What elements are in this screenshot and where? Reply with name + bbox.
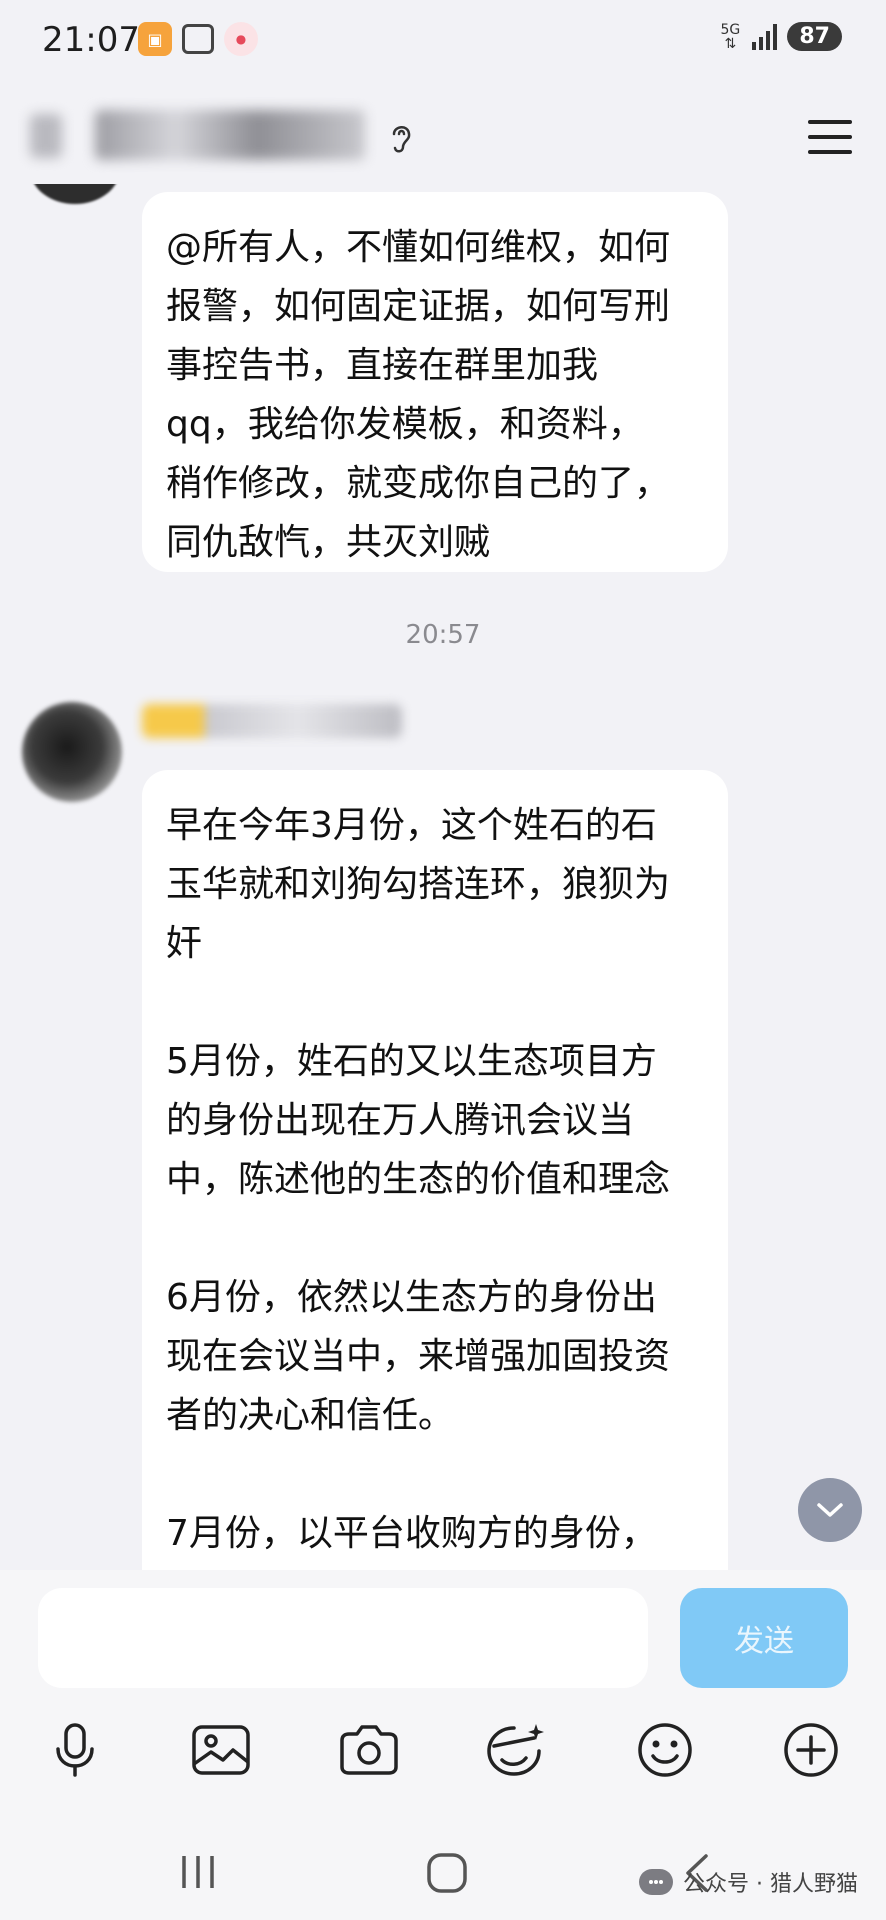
camera-icon[interactable] — [334, 1715, 404, 1785]
send-button[interactable]: 发送 — [680, 1588, 848, 1688]
notification-icons: ▣ ● — [138, 22, 258, 56]
message-bubble[interactable]: 早在今年3月份，这个姓石的石 玉华就和刘狗勾搭连环，狼狈为 奸 5月份，姓石的又… — [142, 770, 728, 1570]
chat-toolbar — [0, 1715, 886, 1805]
chevron-down-icon — [817, 1503, 843, 1517]
microphone-icon[interactable] — [40, 1715, 110, 1785]
input-area: 发送 公众号 · 猎人野猫 — [0, 1570, 886, 1920]
avatar[interactable] — [22, 702, 122, 802]
status-time: 21:07 — [42, 20, 140, 60]
status-right: 5G ⇅ 87 — [718, 22, 842, 51]
recent-apps-button[interactable] — [178, 1852, 218, 1896]
status-bar: 21:07 ▣ ● 5G ⇅ 87 — [0, 0, 886, 84]
chat-messages[interactable]: @所有人，不懂如何维权，如何 报警，如何固定证据，如何写刑 事控告书，直接在群里… — [0, 184, 886, 1570]
network-label: 5G — [720, 21, 741, 38]
scan-icon — [182, 24, 214, 54]
location-icon: ● — [224, 22, 258, 56]
message-bubble[interactable]: @所有人，不懂如何维权，如何 报警，如何固定证据，如何写刑 事控告书，直接在群里… — [142, 192, 728, 572]
plus-icon[interactable] — [776, 1715, 846, 1785]
app-notification-icon: ▣ — [138, 22, 172, 56]
signal-icon — [752, 23, 778, 50]
emoji-icon[interactable] — [630, 1715, 700, 1785]
blurred-title-avatar — [30, 114, 62, 158]
ear-icon — [392, 126, 411, 153]
message-input[interactable] — [38, 1588, 648, 1688]
sticker-icon[interactable] — [480, 1715, 550, 1785]
avatar[interactable] — [30, 184, 120, 204]
scroll-down-button[interactable] — [798, 1478, 862, 1542]
menu-icon[interactable] — [808, 120, 852, 154]
wechat-icon — [639, 1869, 674, 1895]
message-timestamp: 20:57 — [405, 620, 481, 650]
network-indicator: 5G ⇅ — [720, 21, 741, 52]
battery-indicator: 87 — [787, 22, 842, 51]
home-button[interactable] — [426, 1852, 468, 1898]
watermark: 公众号 · 猎人野猫 — [639, 1866, 858, 1898]
chat-header — [0, 84, 886, 184]
image-icon[interactable] — [186, 1715, 256, 1785]
blurred-sender-name — [142, 704, 402, 738]
system-navigation-bar: 公众号 · 猎人野猫 — [0, 1830, 886, 1920]
blurred-group-title — [95, 110, 365, 160]
watermark-text: 公众号 · 猎人野猫 — [683, 1872, 858, 1897]
